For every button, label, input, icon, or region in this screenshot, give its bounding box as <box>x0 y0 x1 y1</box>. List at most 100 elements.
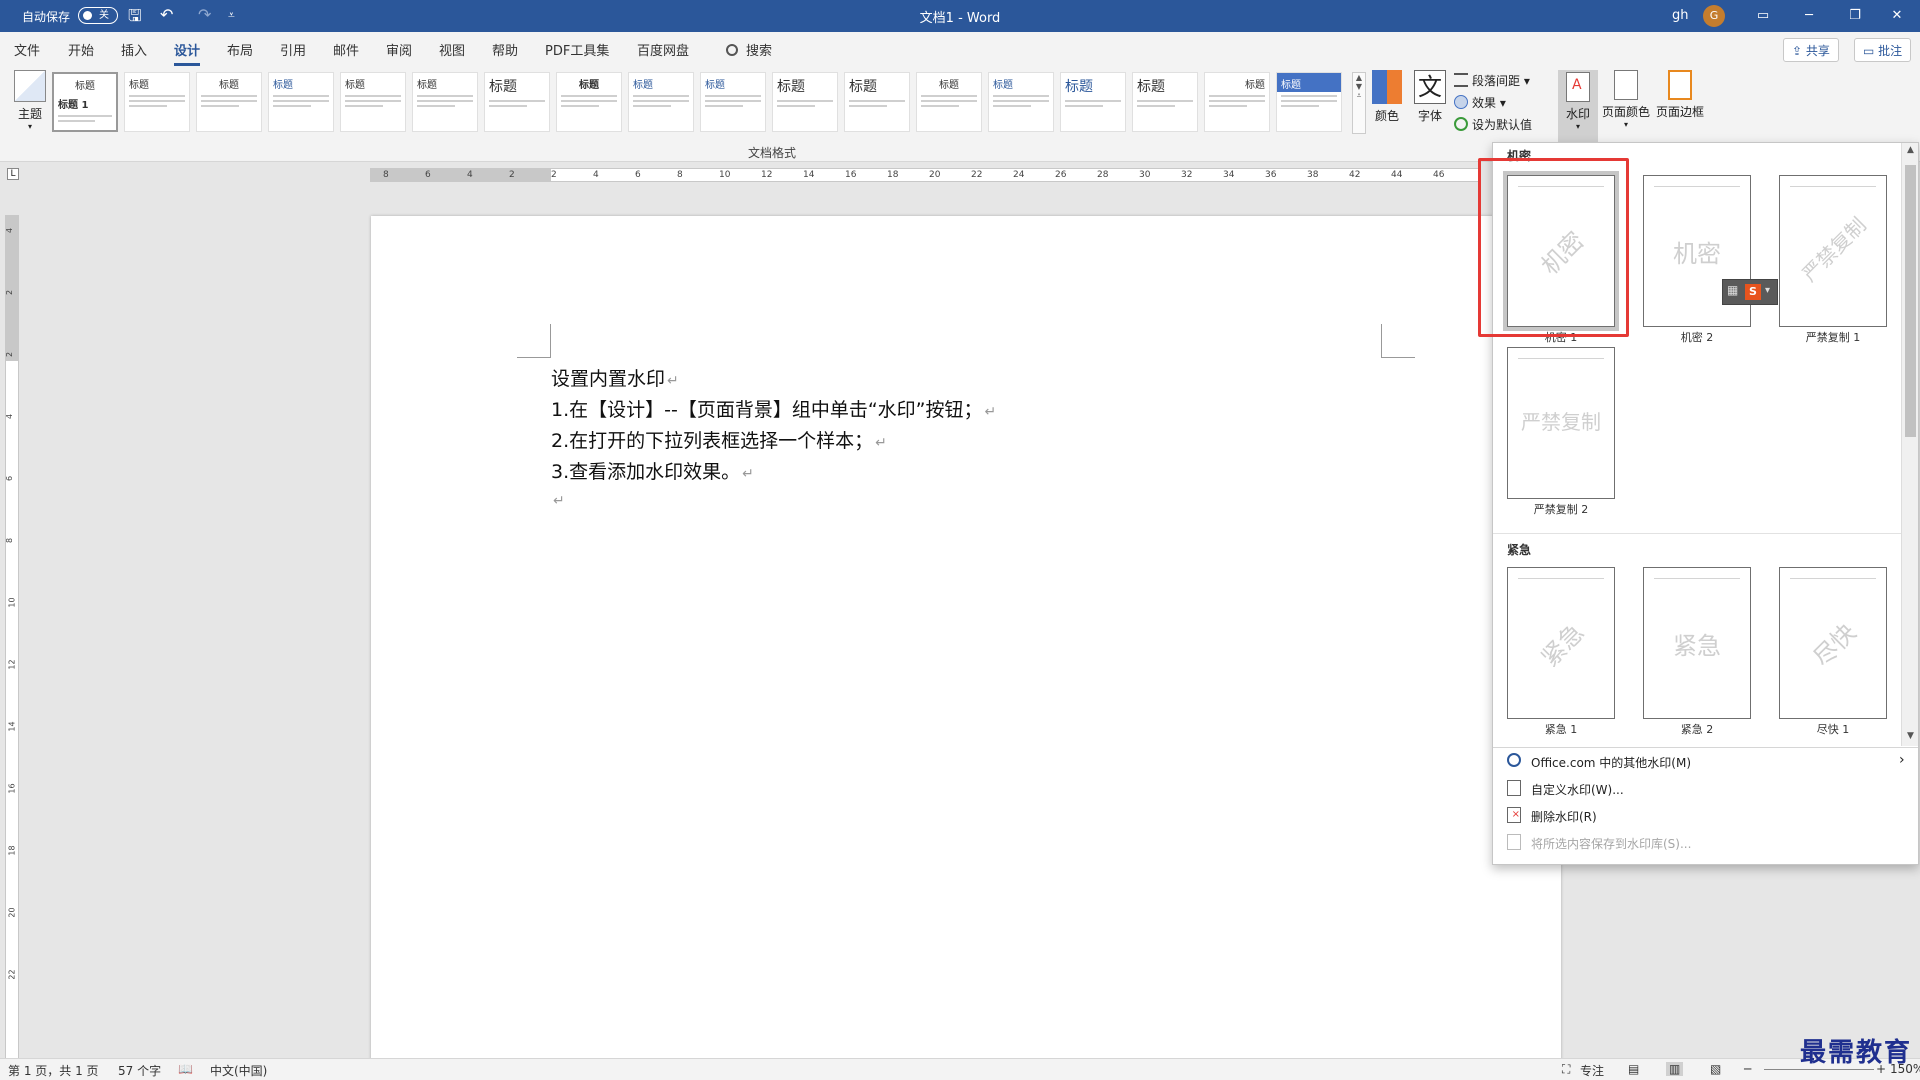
comments-button[interactable]: ▭ 批注 <box>1854 38 1912 62</box>
zoom-out-icon[interactable]: ─ <box>1744 1062 1751 1076</box>
read-mode-icon[interactable]: ▤ <box>1628 1062 1639 1076</box>
scroll-down-icon[interactable]: ▼ <box>1902 731 1919 741</box>
watermark-caption: 严禁复制 1 <box>1805 331 1861 344</box>
watermark-caption: 机密 2 <box>1680 331 1714 344</box>
tab-references[interactable]: 引用 <box>280 40 306 59</box>
tab-baidu-netdisk[interactable]: 百度网盘 <box>637 40 689 59</box>
proofing-icon[interactable]: 📖 <box>178 1062 193 1076</box>
print-layout-icon[interactable]: ▥ <box>1666 1062 1684 1076</box>
tab-view[interactable]: 视图 <box>439 40 465 59</box>
zoom-slider[interactable] <box>1764 1069 1874 1070</box>
tab-pdf-tools[interactable]: PDF工具集 <box>545 40 609 59</box>
tab-design[interactable]: 设计 <box>174 40 201 66</box>
document-page[interactable]: 设置内置水印 ↵ 1.在【设计】--【页面背景】组中单击“水印”按钮； ↵ 2.在打… <box>371 216 1561 1060</box>
tab-mailings[interactable]: 邮件 <box>333 40 359 59</box>
page-border-button[interactable]: 页面边框 <box>1656 70 1704 120</box>
language[interactable]: 中文(中国) <box>210 1062 267 1079</box>
avatar[interactable]: G <box>1703 5 1725 27</box>
ruler-tick-label: 4 <box>5 227 15 234</box>
style-set-item[interactable]: 标题 <box>844 72 910 132</box>
tab-insert[interactable]: 插入 <box>121 40 147 59</box>
floating-toolbar[interactable]: ▦ S ▾ <box>1722 279 1778 305</box>
word-count[interactable]: 57 个字 <box>118 1062 161 1079</box>
style-set-item[interactable]: 标题 <box>1276 72 1342 132</box>
page-info[interactable]: 第 1 页，共 1 页 <box>8 1062 99 1079</box>
colors-button[interactable]: 颜色 <box>1372 70 1402 124</box>
menu-item-custom-watermark[interactable]: 自定义水印(W)... <box>1493 775 1918 802</box>
style-set-item[interactable]: 标题 标题 1 <box>52 72 118 132</box>
paragraph-spacing-button[interactable]: 段落间距 ▾ <box>1454 72 1530 89</box>
ruler-tick-label: 8 <box>677 170 683 180</box>
style-set-item[interactable]: 标题 <box>628 72 694 132</box>
watermark-scrollbar[interactable]: ▲ ▼ <box>1901 143 1918 746</box>
menu-item-remove-watermark[interactable]: × 删除水印(R) <box>1493 802 1918 829</box>
style-set-item[interactable]: 标题 <box>268 72 334 132</box>
fonts-button[interactable]: 文 字体 <box>1414 70 1446 124</box>
minimize-icon[interactable]: ─ <box>1786 0 1832 32</box>
style-set-item[interactable]: 标题 <box>484 72 550 132</box>
document-line[interactable]: 2.在打开的下拉列表框选择一个样本； ↵ <box>551 426 887 453</box>
ruler-tick-label: 8 <box>5 537 15 544</box>
chevron-down-icon: ▾ <box>1575 122 1580 131</box>
menu-item-office-watermarks[interactable]: Office.com 中的其他水印(M) › <box>1493 748 1918 775</box>
page-color-button[interactable]: 页面颜色 ▾ <box>1602 70 1650 129</box>
style-set-item[interactable]: 标题 <box>700 72 766 132</box>
watermark-option[interactable]: 紧急 紧急 1 <box>1507 567 1619 739</box>
vertical-ruler[interactable]: 4 2 2 4 6 8 10 12 14 16 18 20 22 <box>5 215 19 1060</box>
scroll-up-icon[interactable]: ▲ <box>1902 145 1919 155</box>
focus-icon[interactable]: ⛶ <box>1562 1062 1570 1077</box>
horizontal-ruler[interactable]: 8 6 4 2 2 4 6 8 10 12 14 16 18 20 22 24 26 28 30 32 34 36 38 42… <box>370 168 1480 182</box>
style-set-item[interactable]: 标题 <box>1060 72 1126 132</box>
ruler-tick-label: 20 <box>929 170 941 180</box>
document-line[interactable]: 设置内置水印 ↵ <box>551 364 679 391</box>
set-default-button[interactable]: 设为默认值 <box>1454 116 1532 133</box>
document-line[interactable]: 1.在【设计】--【页面背景】组中单击“水印”按钮； ↵ <box>551 395 996 422</box>
tab-selector[interactable]: L <box>7 168 19 180</box>
close-icon[interactable]: ✕ <box>1874 0 1920 32</box>
tab-layout[interactable]: 布局 <box>227 40 253 59</box>
watermark-button[interactable]: A 水印 ▾ <box>1558 70 1598 144</box>
effects-button[interactable]: 效果 ▾ <box>1454 94 1506 111</box>
gallery-scroll[interactable]: ▲ ▼ ⩡ <box>1352 72 1366 134</box>
ruler-tick-label: 46 <box>1433 170 1445 180</box>
user-name[interactable]: gh <box>1672 8 1689 23</box>
style-set-item[interactable]: 标题 <box>556 72 622 132</box>
style-set-item[interactable]: 标题 <box>196 72 262 132</box>
ribbon-display-icon[interactable]: ▭ <box>1740 0 1786 32</box>
watermark-option[interactable]: 尽快 尽快 1 <box>1779 567 1891 739</box>
watermark-option[interactable]: 机密 机密 2 <box>1643 175 1755 347</box>
themes-button[interactable]: 主题 ▾ <box>10 70 50 131</box>
web-layout-icon[interactable]: ▧ <box>1710 1062 1721 1076</box>
fonts-label: 字体 <box>1417 109 1442 123</box>
restore-icon[interactable]: ❐ <box>1832 0 1878 32</box>
document-line[interactable]: ↵ <box>551 488 565 510</box>
tab-home[interactable]: 开始 <box>68 40 94 59</box>
style-set-item[interactable]: 标题 <box>988 72 1054 132</box>
document-line[interactable]: 3.查看添加水印效果。 ↵ <box>551 457 754 484</box>
scrollbar-thumb[interactable] <box>1905 165 1916 437</box>
style-set-item[interactable]: 标题 <box>1204 72 1270 132</box>
style-set-item[interactable]: 标题 <box>1132 72 1198 132</box>
style-set-item[interactable]: 标题 <box>124 72 190 132</box>
watermark-option[interactable]: 严禁复制 严禁复制 1 <box>1779 175 1891 347</box>
tab-review[interactable]: 审阅 <box>386 40 412 59</box>
brand-watermark: 最需教育 <box>1800 1038 1913 1068</box>
ruler-tick-label: 30 <box>1139 170 1151 180</box>
share-button[interactable]: ⇪ 共享 <box>1783 38 1839 62</box>
title-bar: 自动保存 关 🖫 ↶ ↷ ⩡ 文档1 - Word gh G ▭ ─ ❐ ✕ <box>0 0 1920 32</box>
sogou-input-icon: S <box>1745 284 1761 300</box>
style-set-item[interactable]: 标题 <box>340 72 406 132</box>
watermark-caption: 紧急 2 <box>1680 723 1714 736</box>
ruler-tick-label: 12 <box>761 170 773 180</box>
tab-file[interactable]: 文件 <box>14 40 40 59</box>
style-set-item[interactable]: 标题 <box>916 72 982 132</box>
tab-help[interactable]: 帮助 <box>492 40 518 59</box>
selection-highlight <box>1478 158 1629 337</box>
ruler-tick-label: 10 <box>7 597 17 608</box>
style-set-item[interactable]: 标题 <box>772 72 838 132</box>
watermark-option[interactable]: 紧急 紧急 2 <box>1643 567 1755 739</box>
style-set-item[interactable]: 标题 <box>412 72 478 132</box>
watermark-option[interactable]: 严禁复制 严禁复制 2 <box>1507 347 1619 519</box>
focus-label[interactable]: 专注 <box>1580 1062 1604 1079</box>
search-box[interactable]: 搜索 <box>726 40 772 59</box>
